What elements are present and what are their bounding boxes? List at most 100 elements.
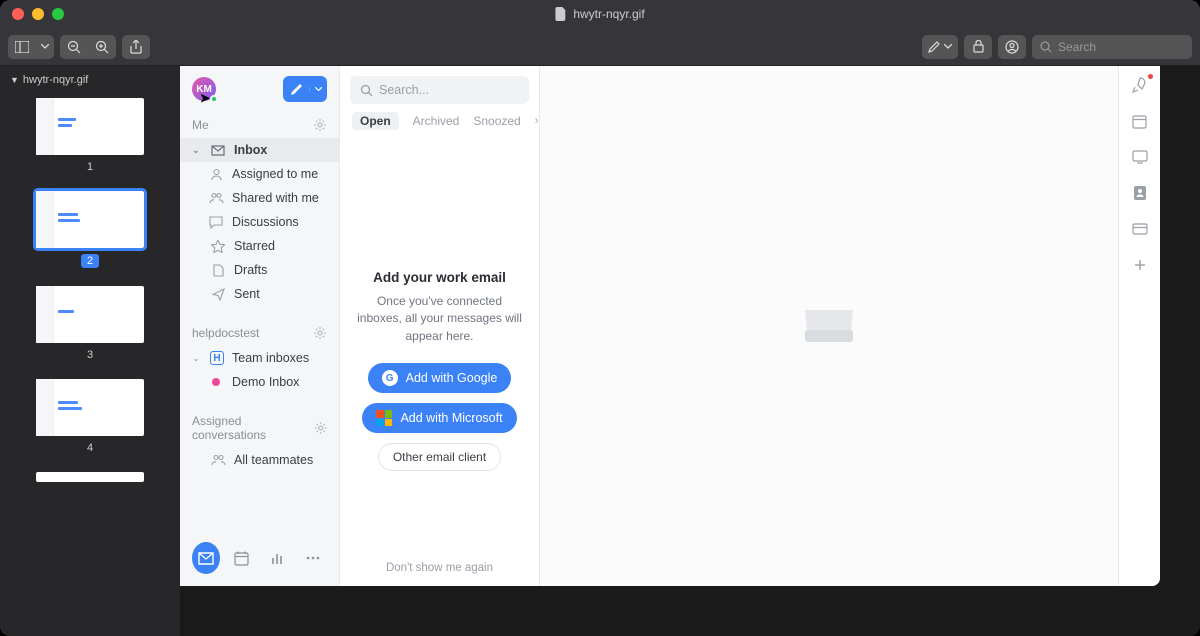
close-window-button[interactable]: [12, 8, 24, 20]
lock-button[interactable]: [964, 35, 992, 59]
rocket-icon[interactable]: [1131, 76, 1149, 94]
section-assigned: Assigned conversations: [180, 408, 339, 448]
nav-label: Shared with me: [232, 191, 319, 205]
add-microsoft-button[interactable]: Add with Microsoft: [362, 403, 516, 433]
thumbnail-panel: ▼ hwytr-nqyr.gif 1 2 3 4: [0, 66, 180, 636]
nav-label: Assigned to me: [232, 167, 318, 181]
nav-label: Demo Inbox: [232, 375, 299, 389]
calendar-view-button[interactable]: [228, 542, 256, 574]
inbox-tray-icon: [801, 306, 857, 346]
thumbnail-label: 4: [87, 442, 93, 454]
button-label: Add with Google: [406, 371, 498, 385]
document-icon: [555, 7, 567, 21]
nav-label: Inbox: [234, 143, 267, 157]
sidebar-dropdown-button[interactable]: [36, 35, 54, 59]
inbox-icon: [210, 145, 226, 156]
zoom-out-button[interactable]: [60, 35, 88, 59]
toolbar-search-placeholder: Search: [1058, 40, 1096, 54]
message-list-column: Search... Open Archived Snoozed › Add yo…: [340, 66, 540, 586]
mail-view-button[interactable]: [192, 542, 220, 574]
tabs-row: Open Archived Snoozed ›: [340, 112, 539, 130]
people-icon: [210, 454, 226, 466]
more-button[interactable]: [299, 542, 327, 574]
avatar-initials: KM: [196, 84, 212, 95]
right-rail: [1118, 66, 1160, 586]
chevron-down-icon: ⌄: [192, 145, 202, 156]
tab-snoozed[interactable]: Snoozed: [473, 112, 520, 130]
thumbnail-label: 2: [81, 254, 99, 268]
toolbar: Search: [0, 28, 1200, 66]
sidebar-item-sent[interactable]: Sent: [180, 282, 339, 306]
tab-open[interactable]: Open: [352, 112, 399, 130]
maximize-window-button[interactable]: [52, 8, 64, 20]
notification-dot: [1148, 74, 1153, 79]
thumbnail-4[interactable]: 4: [0, 379, 180, 454]
zoom-in-button[interactable]: [88, 35, 116, 59]
add-google-button[interactable]: G Add with Google: [368, 363, 512, 393]
tab-archived[interactable]: Archived: [413, 112, 460, 130]
status-dot-icon: [212, 378, 220, 386]
dont-show-link[interactable]: Don't show me again: [340, 550, 539, 586]
nav-label: Sent: [234, 287, 260, 301]
sidebar-item-discussions[interactable]: Discussions: [180, 210, 339, 234]
compose-dropdown[interactable]: [309, 87, 327, 91]
thumbnail-label: 3: [87, 349, 93, 361]
message-detail: [540, 66, 1118, 586]
other-email-button[interactable]: Other email client: [378, 443, 501, 471]
analytics-view-button[interactable]: [264, 542, 292, 574]
thumbnail-file-header[interactable]: ▼ hwytr-nqyr.gif: [0, 70, 180, 90]
search-icon: [1040, 41, 1052, 53]
people-icon: [208, 192, 224, 204]
presence-dot: [210, 95, 218, 103]
app-sidebar: KM ➤: [180, 66, 340, 586]
app-window: KM ➤: [180, 66, 1160, 586]
toolbar-search[interactable]: Search: [1032, 35, 1192, 59]
nav-label: All teammates: [234, 453, 313, 467]
chevron-right-icon[interactable]: ›: [535, 115, 539, 127]
gear-icon[interactable]: [313, 326, 327, 340]
thumbnail-1[interactable]: 1: [0, 98, 180, 173]
add-icon[interactable]: [1131, 256, 1149, 274]
microsoft-icon: [376, 410, 392, 426]
thumbnail-label: 1: [87, 161, 93, 173]
empty-title: Add your work email: [373, 270, 506, 285]
compose-button[interactable]: [283, 76, 327, 102]
nav-label: Starred: [234, 239, 275, 253]
card-icon[interactable]: [1131, 220, 1149, 238]
avatar[interactable]: KM ➤: [192, 77, 216, 101]
sidebar-item-assigned-to-me[interactable]: Assigned to me: [180, 162, 339, 186]
thumbnail-5-partial[interactable]: [0, 472, 180, 482]
send-icon: [210, 288, 226, 301]
sidebar-item-shared-with-me[interactable]: Shared with me: [180, 186, 339, 210]
minimize-window-button[interactable]: [32, 8, 44, 20]
sidebar-item-demo-inbox[interactable]: Demo Inbox: [180, 370, 339, 394]
sidebar-item-inbox[interactable]: ⌄ Inbox: [180, 138, 339, 162]
sidebar-item-starred[interactable]: Starred: [180, 234, 339, 258]
search-input[interactable]: Search...: [350, 76, 529, 104]
sidebar-toggle-button[interactable]: [8, 35, 36, 59]
section-team: helpdocstest: [180, 320, 339, 346]
empty-subtitle: Once you've connected inboxes, all your …: [356, 293, 523, 345]
thumbnail-2[interactable]: 2: [0, 191, 180, 268]
search-icon: [360, 84, 373, 97]
chevron-down-icon: ⌄: [192, 353, 202, 364]
gear-icon[interactable]: [313, 118, 327, 132]
compose-icon: [283, 83, 309, 96]
chat-icon: [208, 216, 224, 229]
team-icon: H: [210, 351, 224, 365]
profile-button[interactable]: [998, 35, 1026, 59]
gear-icon[interactable]: [314, 421, 327, 435]
contact-icon[interactable]: [1131, 184, 1149, 202]
nav-label: Team inboxes: [232, 351, 309, 365]
sidebar-item-all-teammates[interactable]: All teammates: [180, 448, 339, 472]
screen-icon[interactable]: [1131, 148, 1149, 166]
sidebar-item-team-inboxes[interactable]: ⌄ H Team inboxes: [180, 346, 339, 370]
google-icon: G: [382, 370, 398, 386]
calendar-icon[interactable]: [1131, 112, 1149, 130]
star-icon: [210, 240, 226, 253]
sidebar-item-drafts[interactable]: Drafts: [180, 258, 339, 282]
markup-button[interactable]: [922, 35, 958, 59]
share-button[interactable]: [122, 35, 150, 59]
nav-label: Drafts: [234, 263, 267, 277]
thumbnail-3[interactable]: 3: [0, 286, 180, 361]
